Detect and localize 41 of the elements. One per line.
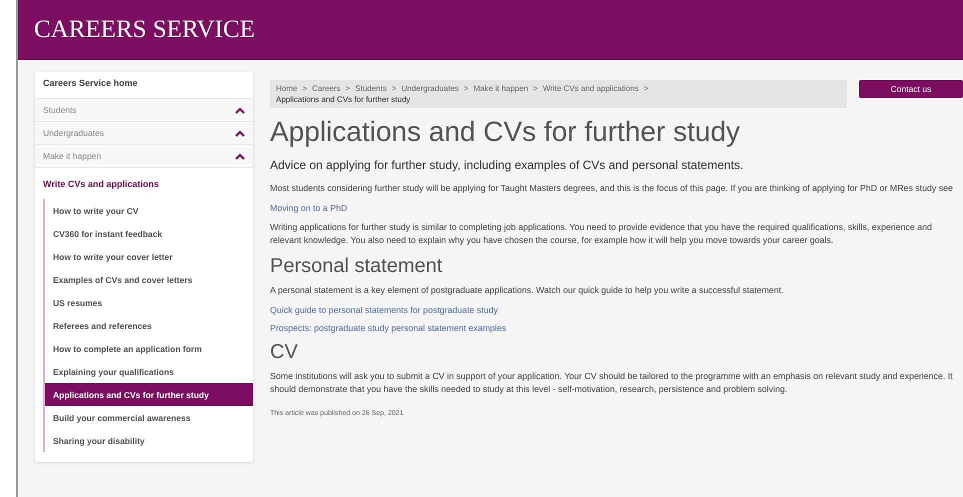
chevron-up-icon[interactable] [235, 130, 245, 136]
sidebar-item[interactable]: CV360 for instant feedback [45, 222, 253, 245]
sidebar-item[interactable]: Build your commercial awareness [45, 406, 253, 429]
sidebar-item[interactable]: Sharing your disability [45, 429, 253, 452]
breadcrumb-separator: > [464, 84, 468, 93]
breadcrumb-separator: > [644, 84, 648, 93]
breadcrumb-separator: > [392, 84, 396, 93]
sidebar-item[interactable]: How to write your CV [45, 199, 253, 222]
sidebar-item[interactable]: Applications and CVs for further study [45, 383, 253, 406]
text-link[interactable]: Prospects: postgraduate study personal statement examples [270, 323, 963, 333]
chevron-up-icon[interactable] [235, 106, 245, 114]
breadcrumb-link[interactable]: Students [355, 84, 387, 93]
breadcrumb-link[interactable]: Undergraduates [401, 84, 459, 93]
breadcrumb-link[interactable]: Home [276, 84, 298, 93]
page-title: Applications and CVs for further study [270, 116, 742, 148]
paragraph: A personal statement is a key element of postgraduate applications. Watch our quick guide to help you write a successful statement. [270, 284, 785, 297]
breadcrumb-link[interactable]: Make it happen [473, 84, 528, 93]
sidebar-item[interactable]: Explaining your qualifications [45, 360, 253, 383]
sidebar-item[interactable]: How to write your cover letter [45, 245, 253, 268]
paragraph: Some institutions will ask you to submit a CV in support of your application. Your CV should be tailored to the programme with an emphasis on relevant study and experience. It should demonstrate that you have the skills needed to study at this level - self-motivation, research, persistence and problem solving. [270, 370, 954, 396]
section-heading: CV [270, 341, 299, 364]
sidebar-item[interactable]: US resumes [45, 291, 253, 314]
chevron-up-icon[interactable] [235, 152, 245, 160]
site-title: CAREERS SERVICE [34, 16, 255, 44]
breadcrumb-separator: > [345, 84, 350, 93]
breadcrumb-link[interactable]: Write CVs and applications [542, 84, 639, 93]
breadcrumb-separator: > [533, 84, 538, 93]
paragraph: Most students considering further study will be applying for Taught Masters degrees, and this is the focus of this page. If you are thinking of applying for PhD or MRes study see [270, 182, 954, 195]
breadcrumb-link[interactable]: Applications and CVs for further study [276, 95, 410, 104]
section-heading: Personal statement [270, 255, 444, 278]
sidebar-item[interactable]: Examples of CVs and cover letters [45, 268, 253, 291]
text-link[interactable]: Moving on to a PhD [270, 203, 963, 213]
sidebar-section-title[interactable]: Write CVs and applications [35, 168, 253, 199]
text-link[interactable]: Quick guide to personal statements for postgraduate study [270, 305, 963, 315]
sidebar-item[interactable]: How to complete an application form [45, 337, 253, 360]
contact-button[interactable]: Contact us [859, 80, 963, 98]
paragraph: Writing applications for further study is similar to completing job applications. You need to provide evidence that you have the required qualifications, skills, experience and relevant knowledge. You also need to explain why you have chosen the course, for example how it will help you move towards your career goals. [270, 221, 933, 247]
sidebar-item[interactable]: Referees and references [45, 314, 253, 337]
lead-text: Advice on applying for further study, including examples of CVs and personal statements. [270, 158, 744, 172]
breadcrumb-separator: > [302, 84, 308, 93]
breadcrumb-link[interactable]: Careers [312, 84, 340, 93]
